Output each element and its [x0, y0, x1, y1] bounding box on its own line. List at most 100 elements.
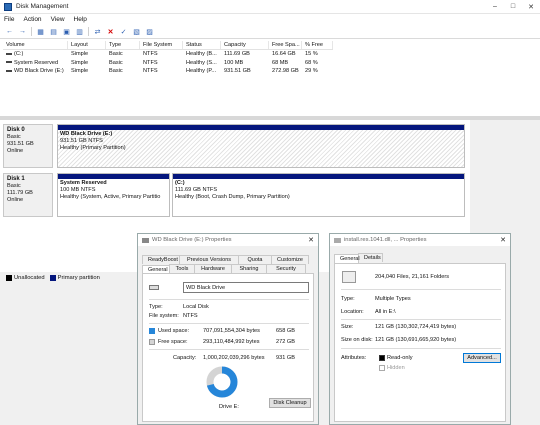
tab-hardware[interactable]: Hardware — [194, 264, 232, 273]
column-header[interactable]: File System — [140, 41, 183, 49]
tab-readyboost[interactable]: ReadyBoost — [142, 255, 180, 264]
table-row[interactable]: WD Black Drive (E:) Simple Basic NTFS He… — [3, 67, 333, 76]
legend-primary: Primary partition — [57, 275, 100, 281]
close-button[interactable]: ✕ — [522, 3, 540, 11]
separator — [149, 299, 309, 300]
forward-icon[interactable]: → — [18, 27, 27, 36]
disk-management-icon — [4, 2, 12, 11]
files-folders-summary: 204,040 Files, 21,161 Folders — [375, 274, 450, 280]
separator — [341, 289, 501, 290]
read-only-label: Read-only — [387, 355, 413, 361]
column-header[interactable]: Status — [183, 41, 221, 49]
column-header[interactable]: Capacity — [221, 41, 269, 49]
menu-view[interactable]: View — [51, 16, 65, 23]
used-space-bytes: 707,091,554,304 bytes — [203, 328, 260, 334]
tab-previous-versions[interactable]: Previous Versions — [179, 255, 239, 264]
drive-name-input[interactable]: WD Black Drive — [183, 282, 309, 293]
free-space-gb: 272 GB — [276, 339, 295, 345]
list-view-icon[interactable]: ▥ — [75, 27, 84, 36]
column-header[interactable]: Volume — [3, 41, 68, 49]
menu-file[interactable]: File — [4, 16, 14, 23]
capacity-gb: 931 GB — [276, 355, 295, 361]
unallocated-swatch — [6, 275, 12, 281]
drive-icon — [142, 237, 149, 243]
separator — [149, 349, 309, 350]
dialog-title: WD Black Drive (E:) Properties — [152, 237, 232, 243]
used-space-gb: 658 GB — [276, 328, 295, 334]
tab-security[interactable]: Security — [266, 264, 306, 273]
maximize-button[interactable]: □ — [504, 3, 522, 11]
type-value: Multiple Types — [375, 296, 411, 302]
column-header[interactable]: Free Spa... — [269, 41, 302, 49]
drive-icon — [149, 285, 159, 290]
partition-system-reserved[interactable]: System Reserved 100 MB NTFS Healthy (Sys… — [57, 173, 170, 217]
read-only-checkbox[interactable] — [379, 355, 385, 361]
dialog-title: install.res.1041.dll, ... Properties — [344, 237, 427, 243]
connect-icon[interactable]: ⇄ — [93, 27, 102, 36]
table-row[interactable]: System Reserved Simple Basic NTFS Health… — [3, 59, 333, 68]
minimize-button[interactable]: – — [486, 3, 504, 11]
column-header[interactable]: Type — [106, 41, 140, 49]
check-icon[interactable]: ✓ — [119, 27, 128, 36]
general-tab-panel: WD Black Drive Type: Local Disk File sys… — [142, 273, 314, 422]
free-space-swatch — [149, 339, 155, 345]
tab-tools[interactable]: Tools — [169, 264, 195, 273]
hidden-label: Hidden — [387, 365, 405, 371]
tab-sharing[interactable]: Sharing — [231, 264, 267, 273]
size-value: 121 GB (130,302,724,419 bytes) — [375, 324, 457, 330]
volume-icon — [6, 69, 12, 72]
legend: Unallocated Primary partition — [3, 275, 100, 281]
hidden-checkbox[interactable] — [379, 365, 385, 371]
free-space-bytes: 293,110,484,992 bytes — [203, 339, 260, 345]
volume-table: Volume Layout Type File System Status Ca… — [3, 41, 333, 76]
column-header[interactable]: Layout — [68, 41, 106, 49]
menu-bar: File Action View Help — [0, 14, 540, 25]
window-title: Disk Management — [16, 3, 69, 10]
used-space-label: Used space: — [158, 328, 190, 334]
disk-usage-chart — [206, 366, 238, 398]
back-icon[interactable]: ← — [5, 27, 14, 36]
disk-1-label[interactable]: Disk 1 Basic 111.79 GB Online — [3, 173, 53, 217]
used-space-swatch — [149, 328, 155, 334]
tab-customize[interactable]: Customize — [271, 255, 309, 264]
free-space-label: Free space: — [158, 339, 188, 345]
menu-action[interactable]: Action — [23, 16, 41, 23]
advanced-button[interactable]: Advanced... — [463, 353, 501, 363]
size-label: Size: — [341, 324, 354, 330]
file-properties-dialog: install.res.1041.dll, ... Properties ✕ G… — [329, 233, 511, 425]
dialog-close-button[interactable]: ✕ — [496, 236, 510, 244]
rescan-disks-icon[interactable]: ▧ — [132, 27, 141, 36]
disk-cleanup-button[interactable]: Disk Cleanup — [269, 398, 311, 408]
drive-properties-dialog: WD Black Drive (E:) Properties ✕ ReadyBo… — [137, 233, 319, 425]
files-icon — [334, 237, 341, 243]
partition-wd-black-drive[interactable]: WD Black Drive (E:) 931.51 GB NTFS Healt… — [57, 124, 465, 168]
attributes-label: Attributes: — [341, 355, 367, 361]
disk-0-label[interactable]: Disk 0 Basic 931.51 GB Online — [3, 124, 53, 168]
tab-general[interactable]: General — [334, 254, 360, 263]
dialog-close-button[interactable]: ✕ — [304, 236, 318, 244]
refresh-icon[interactable]: ▨ — [145, 27, 154, 36]
tab-quota[interactable]: Quota — [238, 255, 272, 264]
delete-icon[interactable]: ✕ — [106, 27, 115, 36]
column-header[interactable]: % Free — [302, 41, 333, 49]
size-on-disk-value: 121 GB (130,691,665,920 bytes) — [375, 337, 457, 343]
show-hide-console-tree-icon[interactable]: ▦ — [36, 27, 45, 36]
separator — [341, 319, 501, 320]
location-value: All in E:\ — [375, 309, 396, 315]
toolbar-separator — [31, 27, 32, 36]
dialog-title-bar: install.res.1041.dll, ... Properties ✕ — [330, 234, 510, 246]
tab-row-bottom: General Tools Hardware Sharing Security — [142, 264, 306, 274]
table-row[interactable]: (C:) Simple Basic NTFS Healthy (B... 111… — [3, 50, 333, 59]
tab-details[interactable]: Details — [358, 253, 383, 262]
separator — [149, 323, 309, 324]
volume-icon — [6, 61, 12, 64]
capacity-label: Capacity: — [173, 355, 197, 361]
properties-icon[interactable]: ▤ — [49, 27, 58, 36]
table-header: Volume Layout Type File System Status Ca… — [3, 41, 333, 50]
partition-c-drive[interactable]: (C:) 111.69 GB NTFS Healthy (Boot, Crash… — [172, 173, 465, 217]
toolbar: ← → ▦ ▤ ▣ ▥ ⇄ ✕ ✓ ▧ ▨ — [0, 25, 540, 39]
menu-help[interactable]: Help — [74, 16, 87, 23]
help-icon[interactable]: ▣ — [62, 27, 71, 36]
type-label: Type: — [341, 296, 355, 302]
disk-1-row: Disk 1 Basic 111.79 GB Online System Res… — [3, 173, 465, 217]
